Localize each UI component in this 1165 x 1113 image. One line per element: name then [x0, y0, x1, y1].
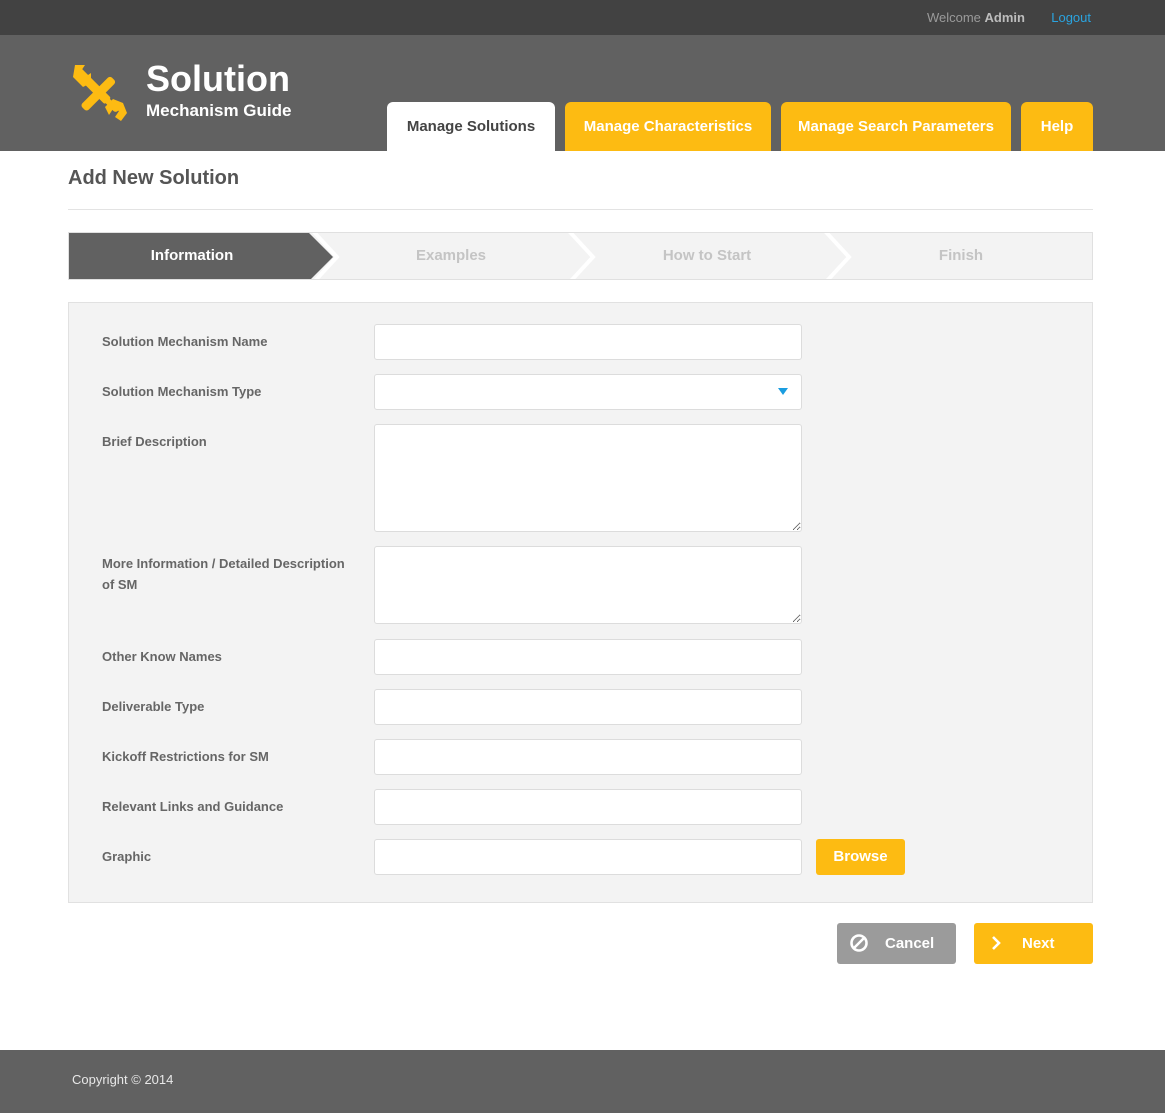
brand-title: Solution — [146, 58, 290, 99]
prohibited-icon — [850, 934, 868, 952]
tab-help[interactable]: Help — [1021, 102, 1093, 151]
welcome-text: Welcome Admin — [927, 10, 1025, 25]
step-how-to-start: How to Start — [662, 247, 752, 264]
copyright-text: Copyright © 2014 — [72, 1072, 174, 1087]
label-relevant-links: Relevant Links and Guidance — [102, 799, 284, 814]
more-information-textarea[interactable] — [374, 546, 802, 624]
label-graphic: Graphic — [102, 849, 152, 864]
page-title: Add New Solution — [68, 167, 240, 189]
tab-manage-solutions[interactable]: Manage Solutions — [387, 102, 555, 151]
cancel-button[interactable]: Cancel — [837, 923, 956, 964]
cancel-label: Cancel — [885, 935, 935, 952]
wrench-screwdriver-icon — [73, 65, 127, 121]
label-brief-description: Brief Description — [102, 434, 207, 449]
graphic-file-input[interactable] — [374, 839, 802, 875]
browse-button[interactable]: Browse — [816, 839, 905, 875]
label-solution-mechanism-type: Solution Mechanism Type — [102, 384, 262, 399]
divider — [68, 209, 1093, 210]
deliverable-type-input[interactable] — [374, 689, 802, 725]
label-other-know-names: Other Know Names — [102, 649, 222, 664]
brand-subtitle: Mechanism Guide — [146, 101, 292, 120]
label-more-information: More Information / Detailed Description … — [102, 556, 345, 592]
label-solution-mechanism-name: Solution Mechanism Name — [102, 334, 268, 349]
next-label: Next — [1022, 935, 1055, 952]
chevron-right-icon — [992, 936, 1001, 950]
label-kickoff-restrictions: Kickoff Restrictions for SM — [102, 749, 269, 764]
step-examples: Examples — [415, 247, 487, 264]
tab-manage-search-parameters[interactable]: Manage Search Parameters — [781, 102, 1011, 151]
relevant-links-input[interactable] — [374, 789, 802, 825]
other-know-names-input[interactable] — [374, 639, 802, 675]
solution-mechanism-name-input[interactable] — [374, 324, 802, 360]
header: Solution Mechanism Guide Manage Solution… — [0, 35, 1165, 151]
footer: Copyright © 2014 — [0, 1050, 1165, 1113]
logout-link[interactable]: Logout — [1051, 10, 1091, 25]
tab-manage-characteristics[interactable]: Manage Characteristics — [565, 102, 771, 151]
step-finish: Finish — [938, 247, 984, 264]
next-button[interactable]: Next — [974, 923, 1093, 964]
welcome-prefix: Welcome — [926, 10, 981, 25]
step-information: Information — [150, 247, 234, 264]
wizard-steps: Information Examples How to Start Finish — [68, 232, 1093, 280]
solution-mechanism-type-select[interactable] — [374, 374, 802, 410]
brief-description-textarea[interactable] — [374, 424, 802, 532]
top-bar: Welcome Admin Logout — [0, 0, 1165, 35]
username: Admin — [984, 10, 1025, 25]
kickoff-restrictions-input[interactable] — [374, 739, 802, 775]
label-deliverable-type: Deliverable Type — [102, 699, 205, 714]
dropdown-arrow-icon[interactable] — [778, 388, 788, 395]
